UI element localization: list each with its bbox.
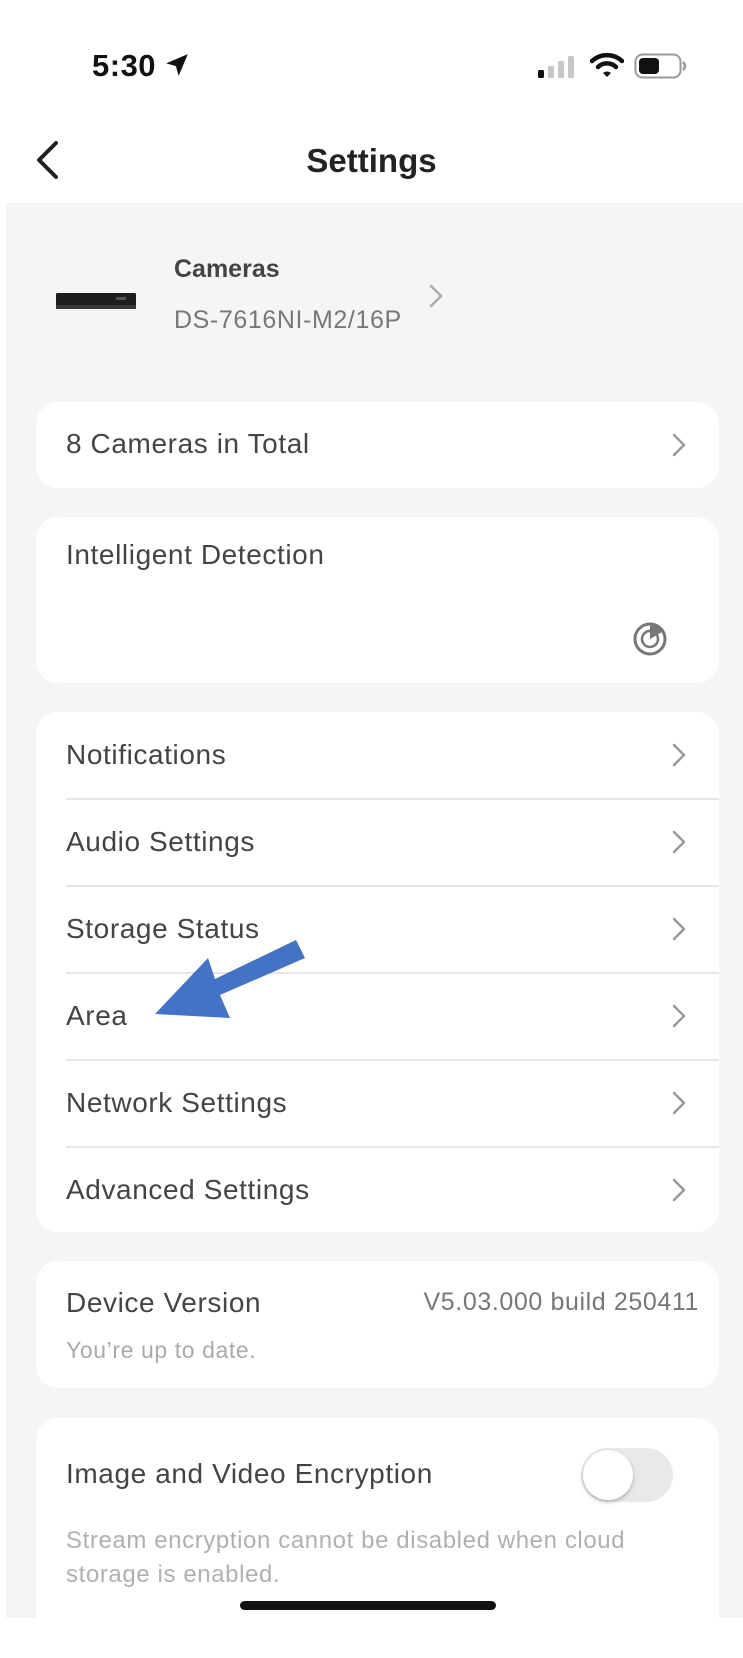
device-model: DS-7616NI-M2/16P xyxy=(174,306,402,334)
encryption-toggle[interactable] xyxy=(581,1448,673,1502)
settings-row-network-settings[interactable]: Network Settings xyxy=(36,1060,719,1148)
encryption-card: Image and Video Encryption Stream encryp… xyxy=(36,1418,719,1658)
settings-row-label: Audio Settings xyxy=(66,826,255,857)
chevron-right-icon xyxy=(672,433,686,457)
nvr-device-image xyxy=(56,293,136,309)
chevron-right-icon xyxy=(672,1004,686,1028)
status-time: 5:30 xyxy=(92,48,157,83)
settings-row-label: Network Settings xyxy=(66,1087,288,1118)
settings-row-notifications[interactable]: Notifications xyxy=(36,712,719,800)
settings-row-label: Area xyxy=(66,1000,128,1031)
encryption-label: Image and Video Encryption xyxy=(66,1458,433,1489)
wifi-icon xyxy=(590,52,624,77)
chevron-right-icon xyxy=(672,917,686,941)
toggle-knob xyxy=(583,1450,633,1500)
device-version-label: Device Version xyxy=(66,1287,262,1318)
cameras-total-label: 8 Cameras in Total xyxy=(66,428,310,459)
settings-row-label: Notifications xyxy=(66,739,227,770)
home-indicator xyxy=(240,1601,496,1610)
nav-bar: Settings xyxy=(0,120,743,203)
settings-row-area[interactable]: Area xyxy=(36,973,719,1061)
settings-content: Cameras DS-7616NI-M2/16P 8 Cameras in To… xyxy=(6,203,743,1658)
chevron-right-icon xyxy=(672,743,686,767)
cameras-total-card[interactable]: 8 Cameras in Total xyxy=(36,402,719,488)
settings-row-label: Advanced Settings xyxy=(66,1174,310,1205)
chevron-right-icon xyxy=(429,284,443,308)
settings-row-advanced-settings[interactable]: Advanced Settings xyxy=(36,1147,719,1235)
device-type: Cameras xyxy=(174,255,280,283)
device-version-value: V5.03.000 build 250411 xyxy=(423,1288,699,1316)
device-version-card[interactable]: Device Version V5.03.000 build 250411 Yo… xyxy=(36,1261,719,1388)
chevron-right-icon xyxy=(672,1091,686,1115)
device-version-status: You’re up to date. xyxy=(66,1337,257,1363)
intelligent-detection-card: Intelligent Detection xyxy=(36,517,719,683)
chevron-right-icon xyxy=(672,830,686,854)
annotation-arrow-icon xyxy=(155,940,305,1018)
signal-icon xyxy=(538,56,574,78)
device-header[interactable]: Cameras DS-7616NI-M2/16P xyxy=(6,203,743,393)
page-title: Settings xyxy=(306,142,437,179)
location-arrow-icon xyxy=(166,54,188,76)
radar-icon[interactable] xyxy=(632,621,668,657)
settings-list-card: Notifications Audio Settings Storage Sta… xyxy=(36,712,719,1232)
battery-icon xyxy=(634,53,687,79)
status-bar: 5:30 xyxy=(0,0,743,120)
chevron-right-icon xyxy=(672,1178,686,1202)
settings-row-storage-status[interactable]: Storage Status xyxy=(36,886,719,974)
settings-row-audio-settings[interactable]: Audio Settings xyxy=(36,799,719,887)
intelligent-detection-label: Intelligent Detection xyxy=(66,539,325,570)
encryption-description: Stream encryption cannot be disabled whe… xyxy=(66,1527,626,1588)
